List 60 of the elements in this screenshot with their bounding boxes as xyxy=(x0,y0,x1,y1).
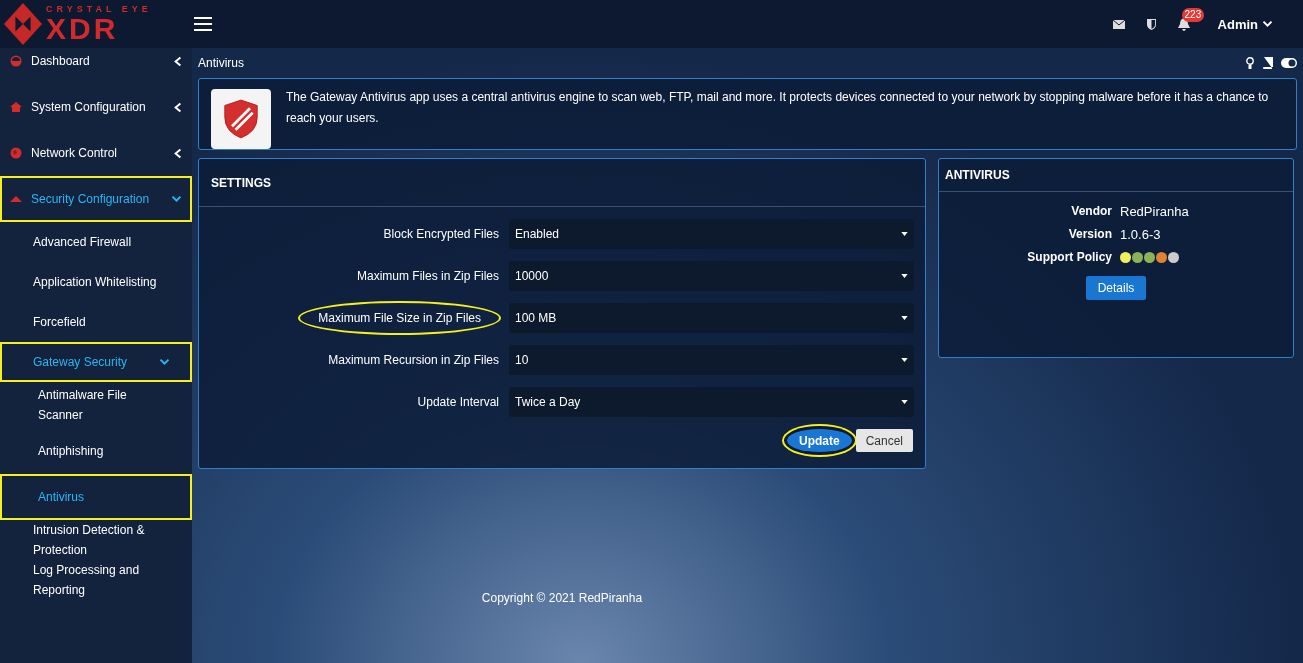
globe-icon xyxy=(10,147,22,159)
sidebar-item[interactable]: Network Control xyxy=(0,130,192,176)
envelope-icon[interactable] xyxy=(1112,19,1125,29)
caret-icon xyxy=(901,358,908,362)
select-field[interactable]: 100 MB xyxy=(509,303,914,333)
details-button[interactable]: Details xyxy=(1085,276,1147,300)
caret-icon xyxy=(901,274,908,278)
info-label: Vendor xyxy=(1070,204,1112,219)
sidebar-item[interactable]: Antivirus xyxy=(0,474,192,520)
sidebar-item[interactable]: Security Configuration xyxy=(0,176,192,222)
chevron-left-icon[interactable] xyxy=(174,55,182,67)
book-icon[interactable] xyxy=(1262,57,1273,69)
chevron-down-icon xyxy=(1262,20,1273,28)
panel-title: ANTIVIRUS xyxy=(939,159,1293,192)
sidebar-item[interactable]: Log Processing and Reporting xyxy=(0,560,192,600)
logo: CRYSTAL EYE XDR xyxy=(0,3,192,45)
sidebar-item[interactable]: System Configuration xyxy=(0,84,192,130)
chevron-left-icon[interactable] xyxy=(174,147,182,159)
field-label: Maximum Recursion in Zip Files xyxy=(328,352,499,369)
sidebar-item[interactable]: Advanced Firewall xyxy=(0,222,192,262)
select-field[interactable]: Twice a Day xyxy=(509,387,914,417)
menu-icon[interactable] xyxy=(194,17,212,31)
intro-text: The Gateway Antivirus app uses a central antivirus engine to scan web, FTP, mail and more. It protects devices connected to your network by stopping malware before it has a chance to reach your users. xyxy=(286,89,1270,127)
sidebar-item[interactable]: Antiphishing xyxy=(0,428,192,474)
field-label: Maximum Files in Zip Files xyxy=(356,268,499,285)
notification-badge: 223 xyxy=(1181,7,1205,22)
caret-icon xyxy=(901,400,908,404)
field-label: Maximum File Size in Zip Files xyxy=(300,303,499,333)
select-field[interactable]: Enabled xyxy=(509,219,914,249)
cancel-button[interactable]: Cancel xyxy=(855,429,913,452)
sidebar-item[interactable]: Gateway Security xyxy=(0,342,192,382)
caret-icon xyxy=(901,232,908,236)
sidebar-item[interactable]: Forcefield xyxy=(0,302,192,342)
field-label: Update Interval xyxy=(417,394,499,411)
caret-icon xyxy=(901,316,908,320)
select-field[interactable]: 10000 xyxy=(509,261,914,291)
chevron-left-icon[interactable] xyxy=(174,101,182,113)
sidebar-item[interactable]: Intrusion Detection & Protection xyxy=(0,520,192,560)
field-label: Block Encrypted Files xyxy=(383,226,499,243)
gauge-icon xyxy=(10,55,22,67)
lightbulb-icon[interactable] xyxy=(1246,57,1254,69)
select-field[interactable]: 10 xyxy=(509,345,914,375)
sidebar-item[interactable]: Antimalware File Scanner xyxy=(0,382,192,428)
info-label: Support Policy xyxy=(1026,250,1112,264)
shield-icon[interactable] xyxy=(1146,18,1156,30)
chevron-down-icon[interactable] xyxy=(159,358,170,366)
info-label: Version xyxy=(1067,227,1112,242)
sidebar-item[interactable]: Application Whitelisting xyxy=(0,262,192,302)
info-value: RedPiranha xyxy=(1120,204,1190,219)
shield-logo xyxy=(211,89,271,149)
toggle-icon[interactable] xyxy=(1281,58,1297,68)
home-icon xyxy=(10,101,22,113)
page-title: Antivirus xyxy=(198,56,244,70)
copyright-text: Copyright © 2021 RedPiranha xyxy=(481,591,643,605)
user-menu[interactable]: Admin xyxy=(1211,15,1279,33)
chevron-down-icon[interactable] xyxy=(171,195,182,203)
settings-title: SETTINGS xyxy=(199,159,925,207)
info-value: 1.0.6-3 xyxy=(1120,227,1162,242)
sidebar-item[interactable]: Dashboard xyxy=(0,48,192,84)
triangle-icon xyxy=(10,193,22,205)
